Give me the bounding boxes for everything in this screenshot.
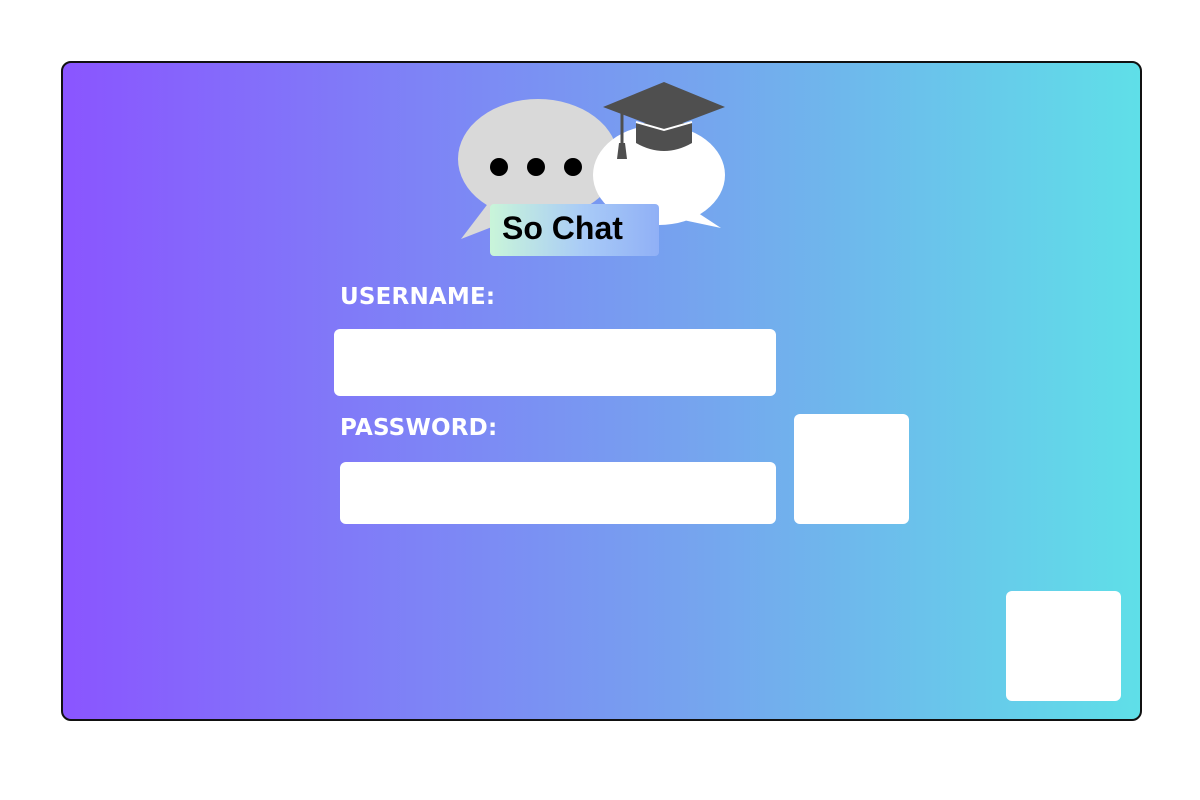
app-title: So Chat bbox=[490, 204, 659, 256]
username-input[interactable] bbox=[334, 329, 776, 396]
app-logo: So Chat bbox=[453, 77, 743, 267]
password-label: PASSWORD: bbox=[340, 415, 498, 441]
login-window: So Chat USERNAME: PASSWORD: bbox=[61, 61, 1142, 721]
login-button[interactable] bbox=[794, 414, 909, 524]
username-label: USERNAME: bbox=[340, 284, 496, 310]
password-input[interactable] bbox=[340, 462, 776, 524]
corner-button[interactable] bbox=[1006, 591, 1121, 701]
